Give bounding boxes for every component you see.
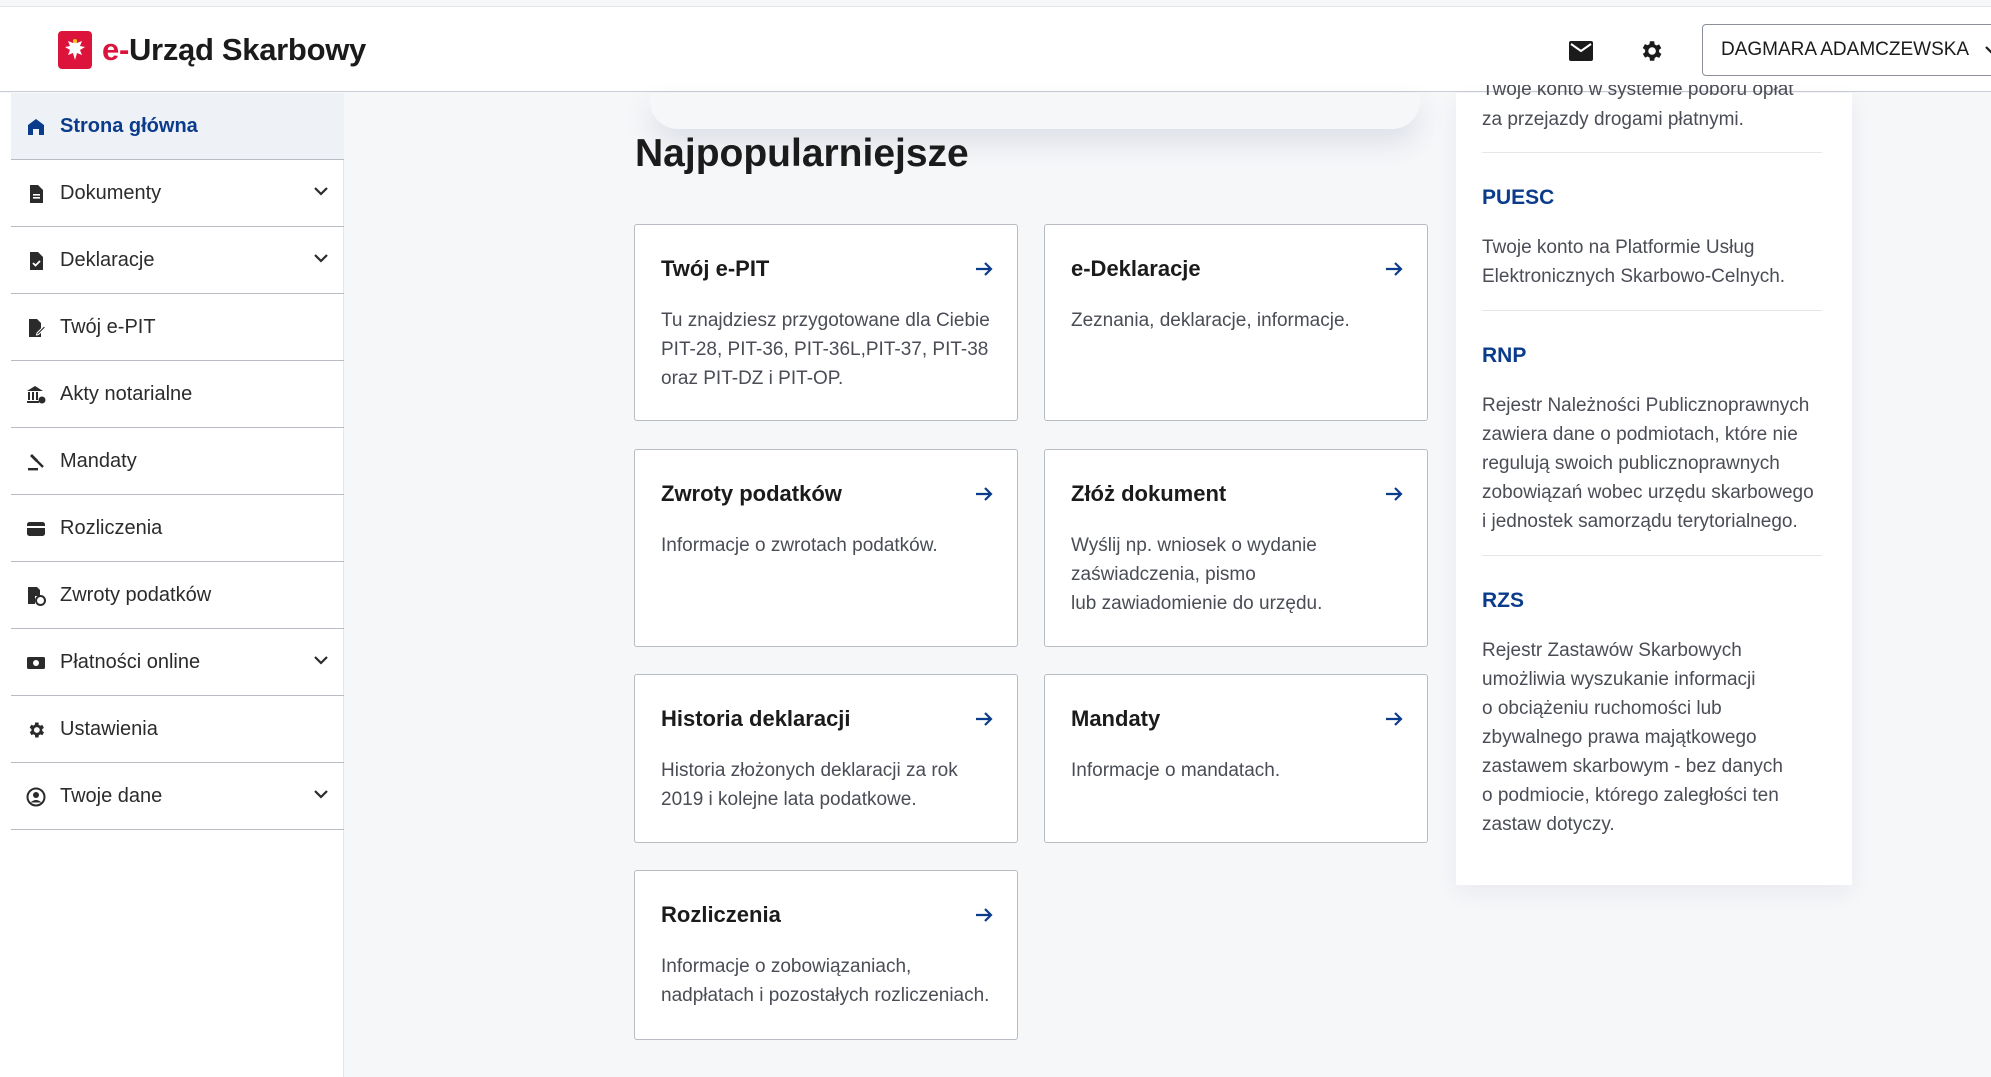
- sidebar-item-declarations[interactable]: Deklaracje: [11, 227, 344, 294]
- app-title: e-Urząd Skarbowy: [102, 32, 366, 68]
- user-circle-icon: [26, 787, 46, 807]
- sidebar-item-your-data[interactable]: Twoje dane: [11, 763, 344, 830]
- sidebar-item-online-payments[interactable]: Płatności online: [11, 629, 344, 696]
- sidebar: Strona główna Dokumenty Deklaracje Twój …: [0, 93, 344, 1077]
- card-description: Zeznania, deklaracje, informacje.: [1071, 310, 1350, 331]
- sidebar-item-settlements[interactable]: Rozliczenia: [11, 495, 344, 562]
- card-rozliczenia[interactable]: Rozliczenia Informacje o zobowiązaniach,…: [634, 870, 1018, 1040]
- sidebar-item-label: Strona główna: [60, 114, 198, 137]
- sidebar-item-label: Twój e-PIT: [60, 315, 156, 338]
- arrow-right-icon: [1386, 712, 1403, 726]
- gear-icon: [29, 722, 44, 738]
- card-description: Informacje o mandatach.: [1071, 760, 1281, 781]
- sidebar-item-label: Akty notarialne: [60, 382, 193, 405]
- sidebar-item-label: Dokumenty: [60, 181, 162, 204]
- sidebar-item-label: Rozliczenia: [60, 516, 163, 539]
- card-title: Rozliczenia: [661, 902, 781, 927]
- card-description: Historia złożonych deklaracji za rok 201…: [661, 760, 958, 810]
- card-description: Wyślij np. wniosek o wydanie zaświadczen…: [1071, 535, 1323, 614]
- chevron-down-icon: [314, 187, 328, 196]
- user-menu-button[interactable]: DAGMARA ADAMCZEWSKA: [1702, 24, 1991, 76]
- card-description: Tu znajdziesz przygotowane dla Ciebie PI…: [661, 310, 990, 389]
- chevron-down-icon: [314, 656, 328, 665]
- app-title-rest: Urząd Skarbowy: [128, 32, 366, 67]
- arrow-right-icon: [1386, 487, 1403, 501]
- card-zloz-dokument[interactable]: Złóż dokument Wyślij np. wniosek o wydan…: [1044, 449, 1428, 647]
- rzs-description: Rejestr Zastawów Skarbowych umożliwia wy…: [1482, 640, 1783, 835]
- sidebar-item-refunds[interactable]: Zwroty podatków: [11, 562, 344, 629]
- arrow-right-icon: [976, 712, 993, 726]
- chevron-down-icon: [314, 254, 328, 263]
- sidebar-item-fines[interactable]: Mandaty: [11, 428, 344, 495]
- sidebar-item-epit[interactable]: Twój e-PIT: [11, 294, 344, 361]
- gavel-icon: [28, 454, 44, 471]
- sidebar-item-home[interactable]: Strona główna: [11, 93, 344, 160]
- card-title: Złóż dokument: [1071, 481, 1227, 506]
- link-rnp[interactable]: RNP: [1482, 344, 1526, 368]
- hero-banner-edge: [650, 93, 1420, 129]
- divider: [1482, 152, 1822, 153]
- app-title-prefix: e-: [102, 32, 129, 67]
- divider: [1482, 555, 1822, 556]
- card-title: Zwroty podatków: [661, 481, 842, 506]
- card-e-deklaracje[interactable]: e-Deklaracje Zeznania, deklaracje, infor…: [1044, 224, 1428, 421]
- sidebar-item-label: Ustawienia: [60, 717, 158, 740]
- sidebar-item-label: Mandaty: [60, 449, 137, 472]
- rnp-description: Rejestr Należności Publicznoprawnych zaw…: [1482, 395, 1814, 532]
- divider: [1482, 310, 1822, 311]
- link-puesc[interactable]: PUESC: [1482, 186, 1554, 210]
- cut-off-line-1: Twoje konto w systemie poboru opłat: [1482, 85, 1794, 100]
- sidebar-item-label: Płatności online: [60, 650, 201, 673]
- arrow-right-icon: [976, 908, 993, 922]
- document-icon: [30, 185, 43, 203]
- services-panel: Twoje konto w systemie poboru opłat za pr…: [1456, 85, 1852, 885]
- sidebar-item-documents[interactable]: Dokumenty: [11, 160, 344, 227]
- card-description: Informacje o zobowiązaniach, nadpłatach …: [661, 956, 990, 1006]
- card-historia-deklaracji[interactable]: Historia deklaracji Historia złożonych d…: [634, 674, 1018, 843]
- app-logo[interactable]: e-Urząd Skarbowy: [58, 31, 366, 69]
- card-description: Informacje o zwrotach podatków.: [661, 535, 938, 556]
- cut-off-description: Twoje konto w systemie poboru opłat za pr…: [1482, 85, 1822, 134]
- sidebar-item-label: Deklaracje: [60, 248, 155, 271]
- cut-off-line-2: za przejazdy drogami płatnymi.: [1482, 109, 1744, 130]
- gear-icon[interactable]: [1631, 31, 1671, 71]
- card-title: Twój e-PIT: [661, 256, 770, 281]
- sidebar-item-notary[interactable]: Akty notarialne: [11, 361, 344, 428]
- chevron-down-icon: [1985, 46, 1991, 54]
- user-name: DAGMARA ADAMCZEWSKA: [1721, 39, 1970, 60]
- card-title: Historia deklaracji: [661, 706, 851, 731]
- card-mandaty[interactable]: Mandaty Informacje o mandatach.: [1044, 674, 1428, 843]
- wallet-icon: [27, 522, 45, 536]
- refund-icon: [28, 587, 46, 606]
- puesc-description: Twoje konto na Platformie Usług Elektron…: [1482, 237, 1786, 287]
- link-rzs[interactable]: RZS: [1482, 589, 1524, 613]
- section-title: Najpopularniejsze: [635, 132, 969, 175]
- chevron-down-icon: [314, 790, 328, 799]
- sidebar-item-label: Zwroty podatków: [60, 583, 212, 606]
- epit-icon: [29, 319, 46, 337]
- card-title: Mandaty: [1071, 706, 1161, 731]
- sidebar-item-settings[interactable]: Ustawienia: [11, 696, 344, 763]
- top-header: e-Urząd Skarbowy DAGMARA ADAMCZEWSKA: [0, 6, 1991, 92]
- arrow-right-icon: [976, 487, 993, 501]
- sidebar-item-label: Twoje dane: [60, 784, 163, 807]
- payment-icon: [27, 657, 45, 669]
- polish-eagle-icon: [58, 31, 92, 69]
- card-title: e-Deklaracje: [1071, 256, 1201, 281]
- arrow-right-icon: [1386, 262, 1403, 276]
- mail-icon[interactable]: [1561, 31, 1601, 71]
- card-twoj-epit[interactable]: Twój e-PIT Tu znajdziesz przygotowane dl…: [634, 224, 1018, 421]
- card-zwroty-podatkow[interactable]: Zwroty podatków Informacje o zwrotach po…: [634, 449, 1018, 647]
- declaration-icon: [30, 252, 43, 270]
- home-icon: [28, 119, 44, 135]
- notary-icon: [27, 386, 46, 404]
- arrow-right-icon: [976, 262, 993, 276]
